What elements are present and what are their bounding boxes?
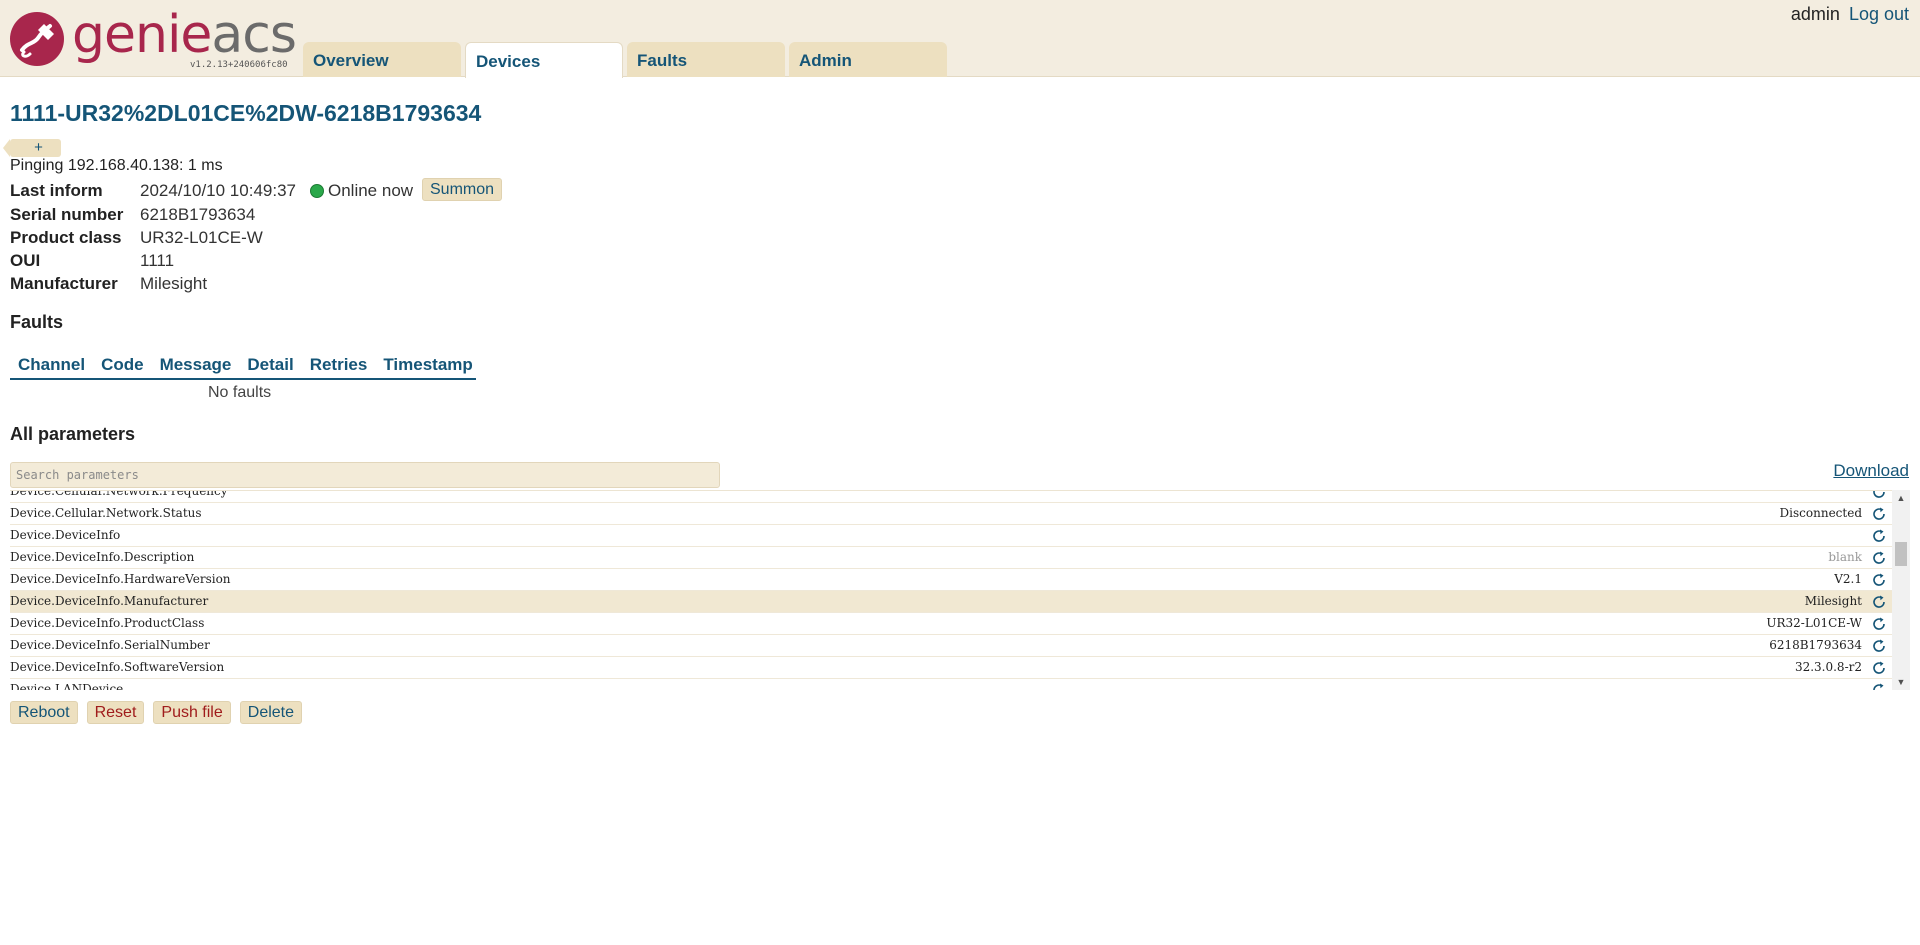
serial-value: 6218B1793634 xyxy=(140,205,256,224)
summon-button[interactable]: Summon xyxy=(422,178,503,201)
oui-label: OUI xyxy=(10,251,41,270)
faults-heading: Faults xyxy=(10,312,64,332)
refresh-icon[interactable] xyxy=(1871,490,1887,500)
parameter-value: Milesight xyxy=(1804,594,1862,608)
device-title: 1111-UR32%2DL01CE%2DW-6218B1793634 xyxy=(10,100,482,126)
parameter-value: V2.1 xyxy=(1834,572,1862,586)
last-inform-value: 2024/10/10 10:49:37 xyxy=(140,181,296,200)
app-version: v1.2.13+240606fc80 xyxy=(190,60,288,70)
column-retries[interactable]: Retries xyxy=(302,354,376,378)
search-parameters-input[interactable] xyxy=(10,462,720,488)
parameters-heading: All parameters xyxy=(10,424,136,444)
refresh-icon[interactable] xyxy=(1871,682,1887,690)
tab-admin[interactable]: Admin xyxy=(789,42,947,77)
product-class-value: UR32-L01CE-W xyxy=(140,228,263,247)
tab-overview[interactable]: Overview xyxy=(303,42,461,77)
refresh-icon[interactable] xyxy=(1871,506,1887,522)
parameter-name: Device.Cellular.Network.Frequency xyxy=(10,490,228,498)
last-inform-label: Last inform xyxy=(10,181,103,200)
parameter-row[interactable]: Device.DeviceInfo.ProductClass UR32-L01C… xyxy=(10,613,1892,635)
reset-button[interactable]: Reset xyxy=(86,701,145,724)
parameter-value: 32.3.0.8-r2 xyxy=(1794,660,1862,674)
parameter-value: Disconnected xyxy=(1779,506,1862,520)
parameter-value: UR32-L01CE-W xyxy=(1766,616,1862,630)
parameter-row[interactable]: Device.DeviceInfo.HardwareVersion V2.1 xyxy=(10,569,1892,591)
manufacturer-label: Manufacturer xyxy=(10,274,118,293)
column-channel[interactable]: Channel xyxy=(10,354,93,378)
parameter-name: Device.DeviceInfo.HardwareVersion xyxy=(10,572,231,586)
faults-table-header: Channel Code Message Detail Retries Time… xyxy=(10,354,476,380)
no-faults-message: No faults xyxy=(208,384,272,401)
parameter-row[interactable]: Device.DeviceInfo.Manufacturer Milesight xyxy=(10,591,1892,613)
info-row-product-class: Product class UR32-L01CE-W xyxy=(10,227,410,249)
parameter-row[interactable]: Device.DeviceInfo.Description blank xyxy=(10,547,1892,569)
refresh-icon[interactable] xyxy=(1871,572,1887,588)
column-code[interactable]: Code xyxy=(93,354,152,378)
genieacs-logo[interactable]: genieacs v1.2.13+240606fc80 xyxy=(10,5,297,72)
parameter-value: 6218B1793634 xyxy=(1769,638,1862,652)
logo-wordmark: genieacs xyxy=(72,5,297,65)
refresh-icon[interactable] xyxy=(1871,528,1887,544)
parameter-name: Device.DeviceInfo.SerialNumber xyxy=(10,638,210,652)
device-actions: Reboot Reset Push file Delete xyxy=(10,701,311,724)
parameter-row[interactable]: Device.DeviceInfo xyxy=(10,525,1892,547)
refresh-icon[interactable] xyxy=(1871,550,1887,566)
delete-button[interactable]: Delete xyxy=(239,701,303,724)
ping-status: Pinging 192.168.40.138: 1 ms xyxy=(10,157,223,174)
info-row-manufacturer: Manufacturer Milesight xyxy=(10,273,410,295)
user-menu: admin Log out xyxy=(1791,4,1909,25)
manufacturer-value: Milesight xyxy=(140,274,208,293)
tab-faults[interactable]: Faults xyxy=(627,42,785,77)
column-message[interactable]: Message xyxy=(152,354,240,378)
parameter-name: Device.DeviceInfo.ProductClass xyxy=(10,616,205,630)
parameter-row[interactable]: Device.DeviceInfo.SerialNumber 6218B1793… xyxy=(10,635,1892,657)
add-tag-button[interactable]: + xyxy=(3,139,61,157)
refresh-icon[interactable] xyxy=(1871,594,1887,610)
info-row-serial: Serial number 6218B1793634 xyxy=(10,204,410,226)
app-header: genieacs v1.2.13+240606fc80 Overview Dev… xyxy=(0,0,1920,78)
oui-value: 1111 xyxy=(140,251,175,270)
parameter-name: Device.LANDevice xyxy=(10,682,124,690)
scroll-up-arrow-icon[interactable]: ▲ xyxy=(1892,490,1910,506)
parameters-list: Device.Cellular.Network.Frequency Device… xyxy=(10,490,1910,690)
parameter-name: Device.Cellular.Network.Status xyxy=(10,506,202,520)
parameter-name: Device.DeviceInfo.Description xyxy=(10,550,195,564)
reboot-button[interactable]: Reboot xyxy=(10,701,78,724)
download-link[interactable]: Download xyxy=(1833,461,1909,481)
scroll-down-arrow-icon[interactable]: ▼ xyxy=(1892,674,1910,690)
info-row-oui: OUI 1111 xyxy=(10,250,410,272)
refresh-icon[interactable] xyxy=(1871,638,1887,654)
username: admin xyxy=(1790,4,1840,24)
info-row-last-inform: Last inform 2024/10/10 10:49:37 Online n… xyxy=(10,178,530,202)
parameter-value: blank xyxy=(1828,550,1862,564)
refresh-icon[interactable] xyxy=(1871,660,1887,676)
scrollbar-thumb[interactable] xyxy=(1895,542,1907,566)
parameter-row[interactable]: Device.LANDevice xyxy=(10,679,1892,690)
parameter-row[interactable]: Device.DeviceInfo.SoftwareVersion 32.3.0… xyxy=(10,657,1892,679)
parameter-row[interactable]: Device.Cellular.Network.Status Disconnec… xyxy=(10,503,1892,525)
logout-link[interactable]: Log out xyxy=(1849,4,1909,24)
main-nav: Overview Devices Faults Admin xyxy=(303,42,951,78)
push-file-button[interactable]: Push file xyxy=(153,701,231,724)
product-class-label: Product class xyxy=(10,228,122,247)
serial-label: Serial number xyxy=(10,205,124,224)
column-timestamp[interactable]: Timestamp xyxy=(375,354,480,378)
refresh-icon[interactable] xyxy=(1871,616,1887,632)
tab-devices[interactable]: Devices xyxy=(465,42,623,78)
column-detail[interactable]: Detail xyxy=(239,354,301,378)
parameter-row[interactable]: Device.Cellular.Network.Frequency xyxy=(10,490,1892,503)
parameter-name: Device.DeviceInfo.SoftwareVersion xyxy=(10,660,225,674)
online-status-text: Online now xyxy=(328,181,414,200)
logo-lamp-icon xyxy=(10,12,64,66)
parameters-scrollbar[interactable]: ▲ ▼ xyxy=(1892,490,1910,690)
online-status-icon xyxy=(310,184,324,198)
parameter-name: Device.DeviceInfo.Manufacturer xyxy=(10,594,209,608)
parameter-name: Device.DeviceInfo xyxy=(10,528,121,542)
